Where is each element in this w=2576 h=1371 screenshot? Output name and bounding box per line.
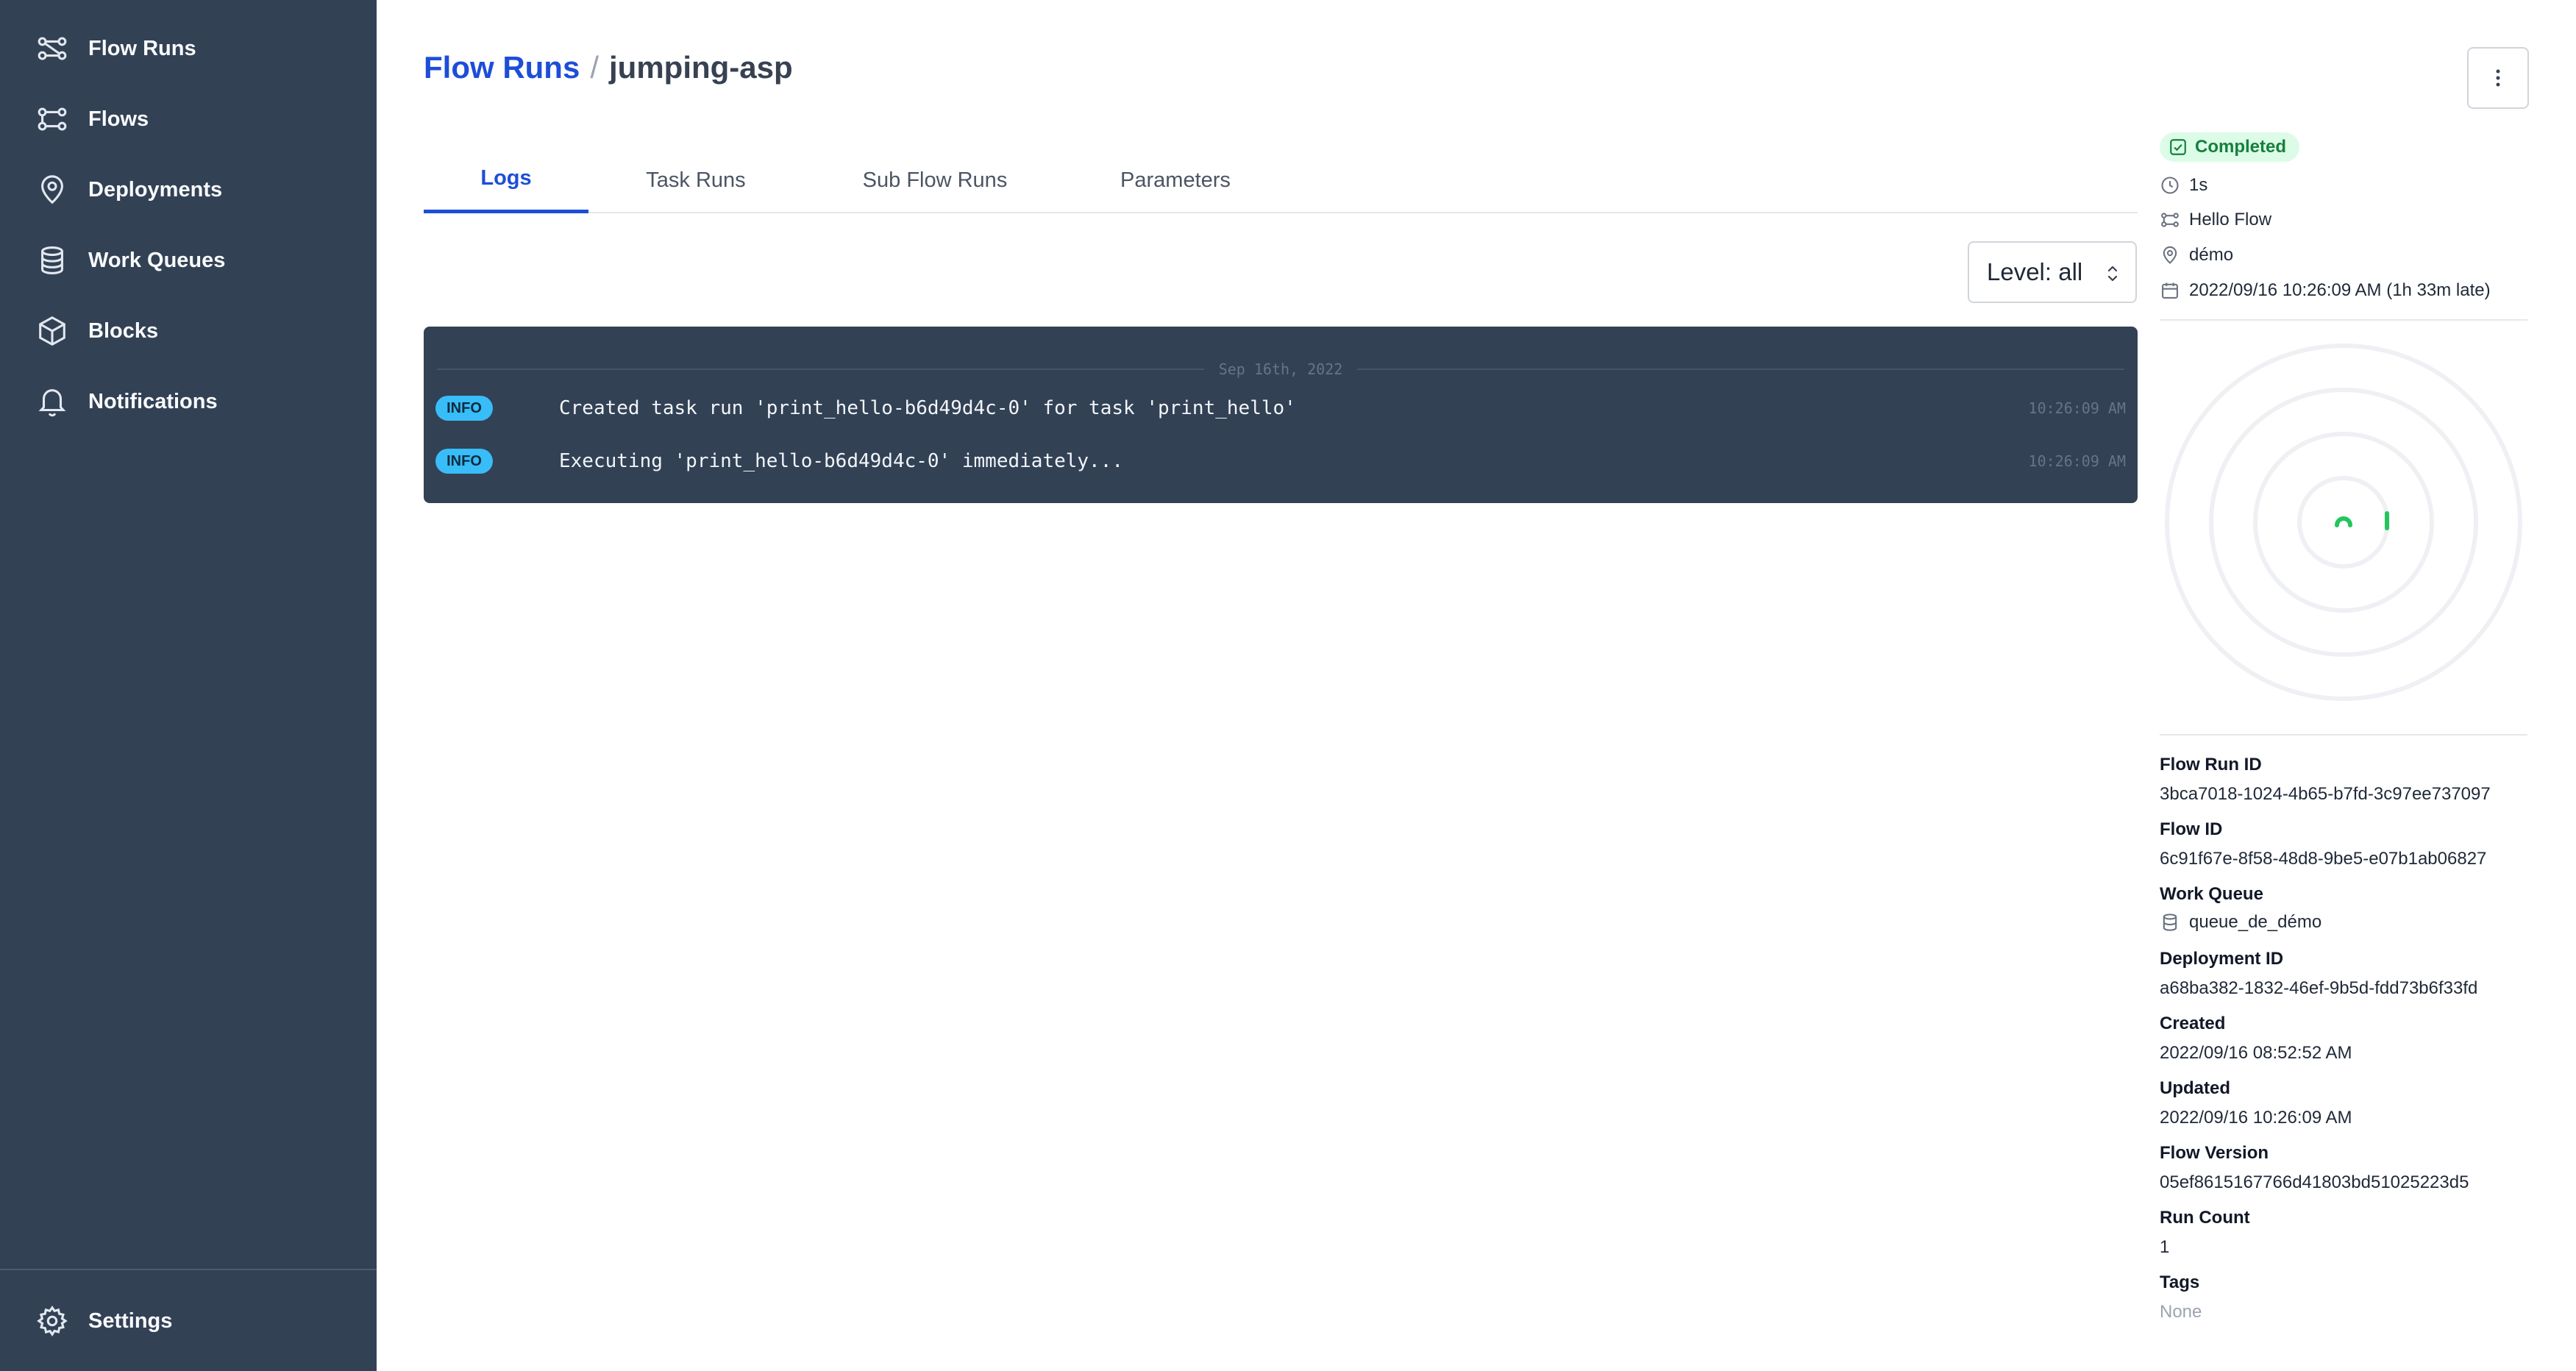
bell-icon [38, 389, 66, 417]
log-date: Sep 16th, 2022 [1218, 360, 1343, 378]
flow-row[interactable]: Hello Flow [2160, 207, 2271, 232]
sidebar-item-settings[interactable]: Settings [35, 1299, 344, 1343]
tab-sub-flow-runs[interactable]: Sub Flow Runs [836, 147, 1034, 213]
check-square-icon [2170, 139, 2186, 155]
level-filter-value: Level: all [1987, 258, 2083, 285]
level-filter-select[interactable]: Level: all [1968, 241, 2137, 303]
location-pin-icon [2163, 246, 2177, 264]
sidebar-item-label: Notifications [88, 389, 218, 413]
log-level-badge: INFO [435, 396, 493, 421]
breadcrumb-flow-runs-link[interactable]: Flow Runs [424, 50, 580, 85]
work-queue-link[interactable]: queue_de_démo [2160, 912, 2321, 933]
log-message: Created task run 'print_hello-b6d49d4c-0… [559, 397, 1296, 419]
log-entry: INFO Executing 'print_hello-b6d49d4c-0' … [424, 446, 2138, 476]
run-count-value: 1 [2160, 1237, 2170, 1257]
clock-icon [2161, 177, 2179, 194]
sidebar-item-flow-runs[interactable]: Flow Runs [35, 26, 344, 71]
deployment-id-label: Deployment ID [2160, 949, 2284, 969]
sidebar-item-blocks[interactable]: Blocks [35, 309, 344, 353]
radar-flow-node [2335, 516, 2352, 527]
panel-divider [2160, 734, 2527, 736]
scheduled-row: 2022/09/16 10:26:09 AM (1h 33m late) [2160, 278, 2491, 303]
gear-icon [37, 1306, 68, 1337]
flow-runs-icon [38, 37, 67, 60]
work-queues-icon [41, 246, 63, 274]
breadcrumb: Flow Runs / jumping-asp [424, 47, 793, 88]
sidebar-item-flows[interactable]: Flows [35, 97, 344, 141]
flow-run-id-label: Flow Run ID [2160, 755, 2262, 774]
created-label: Created [2160, 1014, 2226, 1033]
sidebar-item-notifications[interactable]: Notifications [35, 380, 344, 424]
database-icon [2163, 914, 2177, 931]
tab-task-runs[interactable]: Task Runs [613, 147, 778, 213]
page-title: jumping-asp [609, 50, 793, 85]
flow-version-value: 05ef8615167766d41803bd51025223d5 [2160, 1172, 2469, 1192]
blocks-icon [39, 316, 65, 346]
sidebar-divider [0, 1269, 377, 1270]
flow-id-label: Flow ID [2160, 819, 2223, 839]
duration-row: 1s [2160, 173, 2207, 198]
tags-label: Tags [2160, 1272, 2200, 1292]
tab-logs[interactable]: Logs [424, 147, 588, 213]
sidebar-item-label: Blocks [88, 318, 159, 343]
sidebar-item-work-queues[interactable]: Work Queues [35, 238, 344, 282]
sidebar-item-label: Flows [88, 107, 149, 131]
flows-icon [38, 107, 67, 131]
tags-value: None [2160, 1302, 2202, 1322]
log-entry: INFO Created task run 'print_hello-b6d49… [424, 394, 2138, 423]
flow-id-value: 6c91f67e-8f58-48d8-9be5-e07b1ab06827 [2160, 849, 2487, 869]
sidebar-item-deployments[interactable]: Deployments [35, 168, 344, 212]
tab-parameters[interactable]: Parameters [1093, 147, 1258, 213]
tab-bar: Logs Task Runs Sub Flow Runs Parameters [424, 147, 2138, 213]
updated-value: 2022/09/16 10:26:09 AM [2160, 1108, 2352, 1128]
updated-label: Updated [2160, 1078, 2230, 1098]
deployments-icon [41, 175, 63, 204]
status-badge: Completed [2160, 132, 2300, 162]
log-timestamp: 10:26:09 AM [2028, 452, 2126, 470]
created-value: 2022/09/16 08:52:52 AM [2160, 1043, 2352, 1063]
flow-version-label: Flow Version [2160, 1143, 2269, 1163]
work-queue-value: queue_de_démo [2189, 912, 2322, 932]
run-details-panel: Completed 1s Hello Flow démo 2022/09/16 … [2160, 0, 2535, 1371]
calendar-icon [2162, 282, 2178, 299]
panel-divider [2160, 319, 2527, 321]
log-level-badge: INFO [435, 449, 493, 474]
flow-icon [2161, 213, 2179, 227]
sidebar-item-label: Work Queues [88, 248, 226, 272]
deployment-row[interactable]: démo [2160, 243, 2233, 268]
log-date-divider: Sep 16th, 2022 [437, 360, 2125, 378]
sidebar-item-label: Flow Runs [88, 36, 196, 60]
flow-name-link[interactable]: Hello Flow [2189, 210, 2271, 230]
sidebar-item-label: Deployments [88, 177, 223, 202]
scheduled-value: 2022/09/16 10:26:09 AM (1h 33m late) [2189, 280, 2491, 300]
select-chevrons-icon [2107, 266, 2118, 282]
radar-visualization [2165, 343, 2522, 701]
status-text: Completed [2195, 137, 2287, 157]
sidebar-item-label: Settings [88, 1308, 173, 1333]
log-timestamp: 10:26:09 AM [2028, 399, 2126, 417]
deployment-name-link[interactable]: démo [2189, 245, 2233, 266]
breadcrumb-separator: / [590, 50, 599, 85]
run-count-label: Run Count [2160, 1208, 2250, 1228]
log-message: Executing 'print_hello-b6d49d4c-0' immed… [559, 450, 1124, 472]
work-queue-label: Work Queue [2160, 884, 2263, 904]
sidebar: Flow Runs Flows Deployments Work Queues [0, 0, 377, 1371]
logs-panel: Sep 16th, 2022 INFO Created task run 'pr… [424, 327, 2138, 503]
duration-value: 1s [2189, 175, 2208, 195]
deployment-id-value: a68ba382-1832-46ef-9b5d-fdd73b6f33fd [2160, 978, 2478, 998]
flow-run-id-value: 3bca7018-1024-4b65-b7fd-3c97ee737097 [2160, 784, 2491, 804]
